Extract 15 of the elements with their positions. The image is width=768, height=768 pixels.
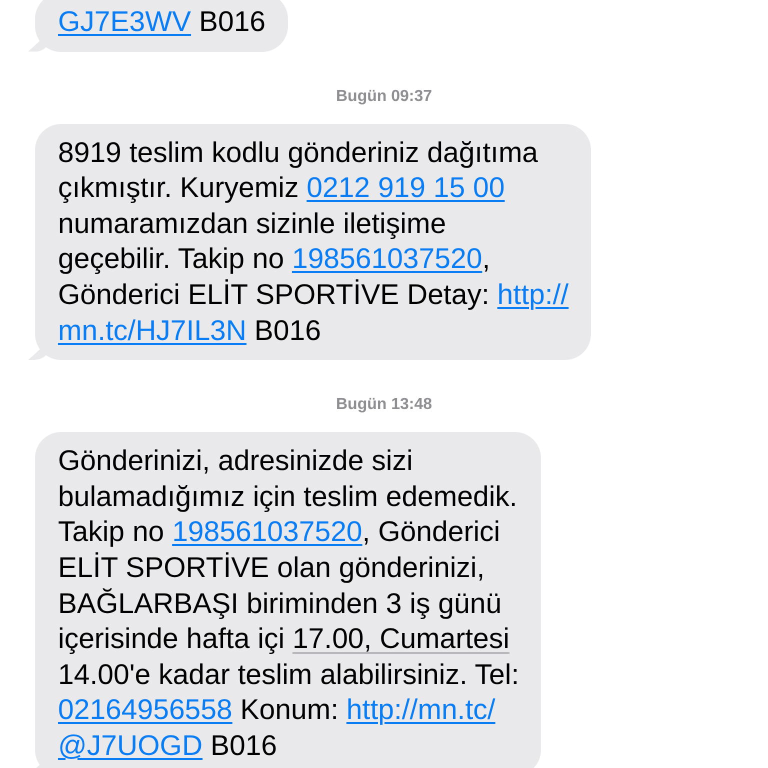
url-link[interactable]: @J7UOGD: [58, 730, 203, 762]
url-link[interactable]: http://mn.tc/: [346, 694, 496, 726]
tracking-number-link[interactable]: 198561037520: [172, 516, 362, 548]
tracking-number-link[interactable]: 198561037520: [292, 243, 482, 276]
message-text: GJ7E3WV B016: [58, 5, 266, 40]
timestamp: Bugün 13:48: [336, 396, 432, 414]
message-text: Gönderinizi, adresinizde sizi bulamadığımız için teslim edemedik. Takip no 198561037520, Gönderici ELİT SPORTİVE olan gönderinizi, BAĞLARBAŞI biriminden 3 iş günü içerisinde hafta içi 17.00, Cumartesi 14.00'e kadar teslim alabilirsiniz. Tel: 02164956558 Konum: http://mn.tc/ @J7UOGD B016: [58, 444, 520, 764]
phone-link[interactable]: 0212 919 15 00: [306, 172, 505, 204]
phone-link[interactable]: 02164956558: [58, 694, 232, 726]
message-text: 8919 teslim kodlu gönderiniz dağıtıma çıkmıştır. Kuryemiz 0212 919 15 00 numaramızdan sizinle iletişime geçebilir. Takip no 198561037520, Gönderici ELİT SPORTİVE Detay: http:// mn.tc/HJ7IL3N B016: [58, 136, 569, 349]
url-link[interactable]: mn.tc/HJ7IL3N: [58, 314, 246, 347]
url-link[interactable]: http://: [497, 278, 569, 311]
url-link[interactable]: GJ7E3WV: [58, 6, 192, 38]
timestamp: Bugün 09:37: [336, 88, 432, 105]
date-link[interactable]: 17.00, Cumartesi: [292, 623, 510, 656]
